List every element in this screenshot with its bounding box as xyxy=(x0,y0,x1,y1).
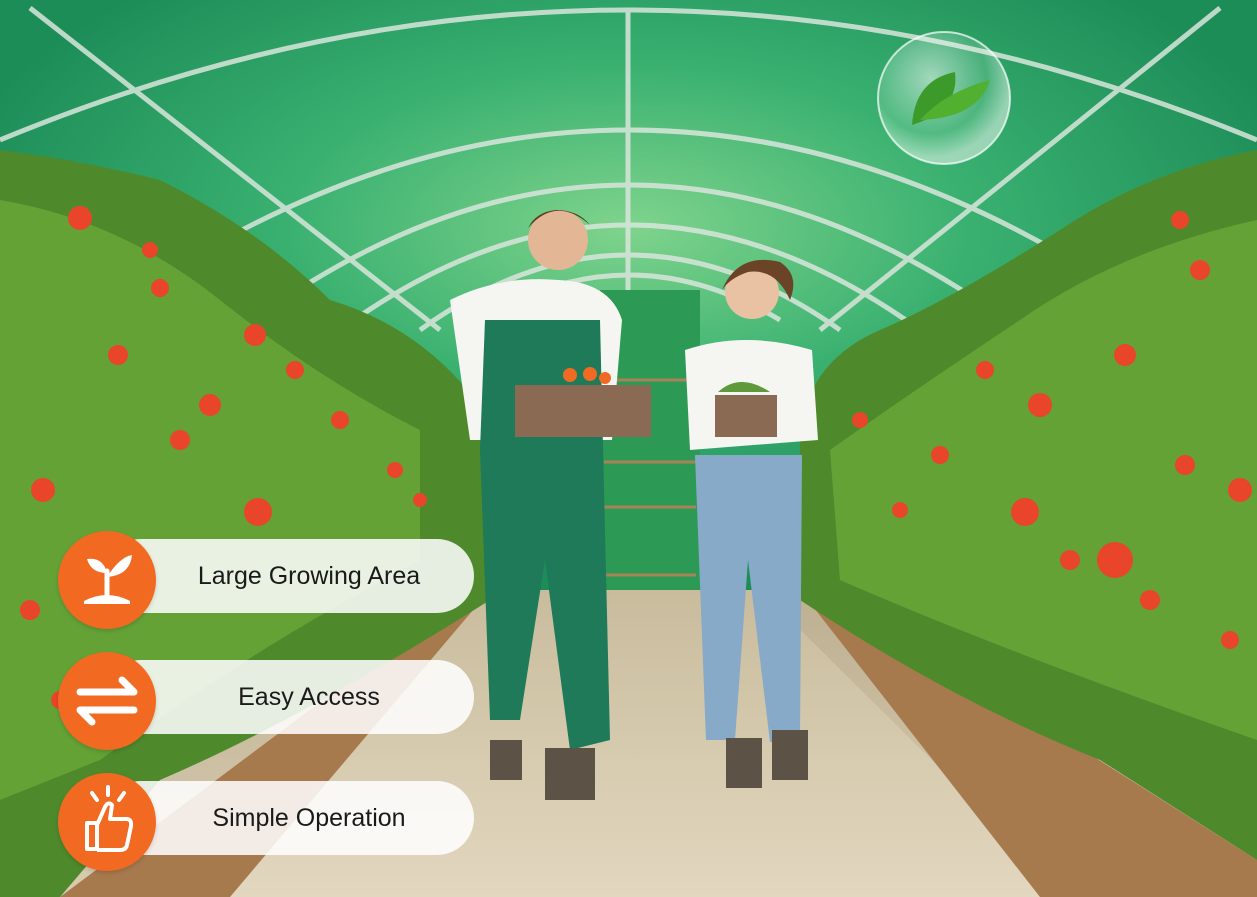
feature-label: Large Growing Area xyxy=(197,561,421,590)
feature-item-easy-access: Easy Access xyxy=(58,652,478,750)
feature-pill: Easy Access xyxy=(104,660,474,734)
feature-pill: Large Growing Area xyxy=(104,539,474,613)
greenhouse-scene: Large Growing Area Easy Access Simple Op… xyxy=(0,0,1257,897)
leaf-bubble-icon xyxy=(877,31,1011,165)
feature-item-large-growing-area: Large Growing Area xyxy=(58,531,478,629)
sprout-icon xyxy=(58,531,156,629)
two-way-arrows-icon xyxy=(58,652,156,750)
thumbs-up-icon xyxy=(58,773,156,871)
feature-item-simple-operation: Simple Operation xyxy=(58,773,478,871)
feature-pill: Simple Operation xyxy=(104,781,474,855)
feature-label: Simple Operation xyxy=(212,803,406,832)
feature-label: Easy Access xyxy=(238,682,380,711)
feature-list: Large Growing Area Easy Access Simple Op… xyxy=(58,531,478,894)
